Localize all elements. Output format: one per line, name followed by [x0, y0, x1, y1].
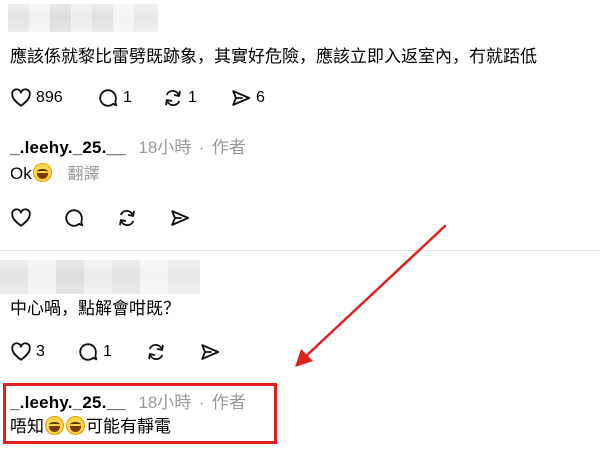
post-2-share-button[interactable]: [199, 341, 221, 363]
blurred-username-top: [8, 4, 158, 32]
like-count: 896: [36, 89, 63, 106]
reply-1-author-badge: 作者: [211, 138, 246, 157]
send-icon: [232, 90, 251, 106]
repost-icon: [148, 343, 164, 361]
heart-icon: [11, 342, 31, 361]
comment-icon: [79, 343, 98, 361]
heart-icon: [11, 88, 31, 107]
reply-button[interactable]: 1: [97, 87, 132, 109]
comment-icon: [65, 209, 84, 227]
post-1-text: 應該係就黎比雷劈既跡象，其實好危險，應該立即入返室內，冇就踎低: [10, 47, 537, 66]
grinning-emoji: [32, 163, 52, 182]
post-2-repost-button[interactable]: [145, 341, 167, 363]
send-icon: [201, 344, 220, 360]
reply-count: 1: [123, 89, 132, 106]
post-2-text: 中心喎，點解會咁既？: [10, 299, 180, 318]
reply-1-body: Ok 翻譯: [10, 163, 99, 186]
translate-link[interactable]: 翻譯: [67, 166, 99, 183]
reply-1-like-button[interactable]: [10, 207, 32, 229]
reply-1-text: Ok: [10, 164, 32, 183]
reply-1-separator: ·: [198, 138, 205, 157]
post-2-like-count: 3: [36, 343, 45, 360]
divider: [0, 250, 600, 251]
reply-1-header: _.leehy._25.__ 18小時 · 作者: [10, 133, 246, 158]
repost-icon: [165, 89, 181, 107]
repost-button[interactable]: 1: [162, 87, 197, 109]
share-button[interactable]: 6: [230, 87, 265, 109]
post-2-reply-button[interactable]: 1: [77, 341, 112, 363]
reply-1-username[interactable]: _.leehy._25.__: [10, 138, 126, 157]
reply-1-time: 18小時: [138, 138, 192, 157]
blurred-username-second: [0, 260, 200, 294]
post-2-reply-count: 1: [103, 343, 112, 360]
like-button[interactable]: 896: [10, 87, 63, 109]
post-2-like-button[interactable]: 3: [10, 341, 45, 363]
annotation-highlight-box: [3, 383, 277, 444]
repost-icon: [119, 209, 135, 227]
repost-count: 1: [188, 89, 197, 106]
share-count: 6: [256, 89, 265, 106]
heart-icon: [11, 208, 31, 227]
comment-icon: [99, 89, 118, 107]
send-icon: [171, 210, 190, 226]
reply-1-share-button[interactable]: [169, 207, 191, 229]
reply-1-comment-button[interactable]: [63, 207, 85, 229]
reply-1-repost-button[interactable]: [116, 207, 138, 229]
